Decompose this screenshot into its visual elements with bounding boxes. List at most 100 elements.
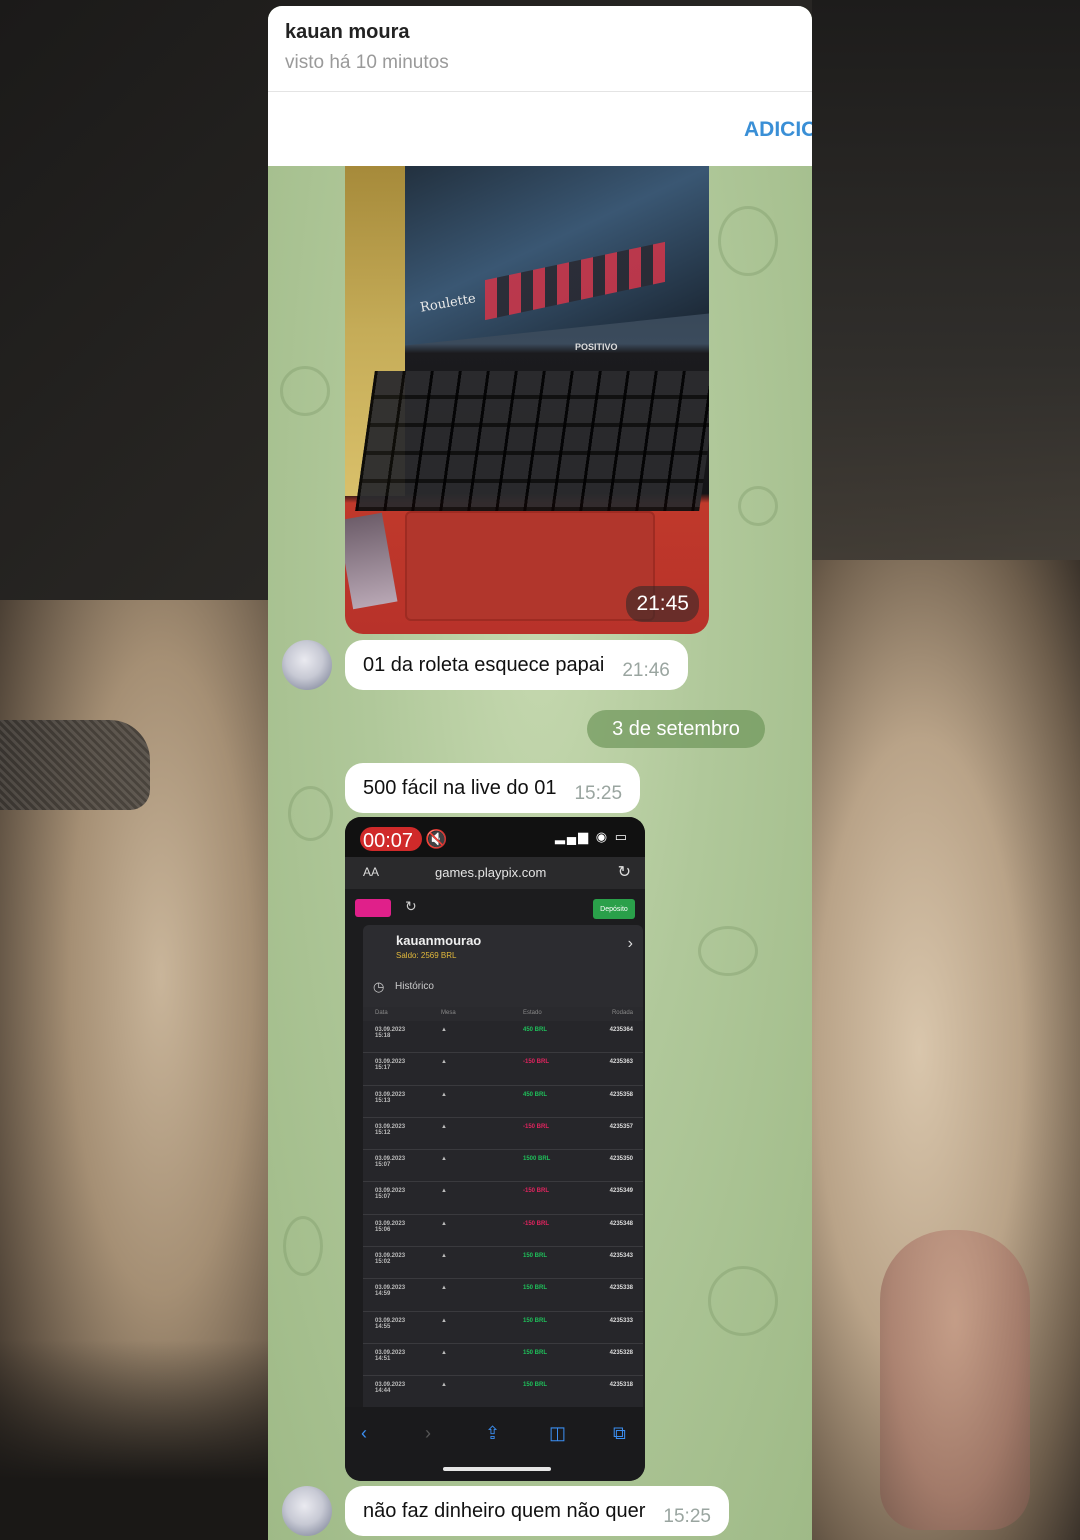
speaker-mute-icon: 🔇 (425, 829, 448, 849)
message-bubble[interactable]: 500 fácil na live do 01 15:25 (345, 763, 641, 813)
row-date: 03.09.2023 15:13 (375, 1091, 406, 1104)
row-round: 4235348 (609, 1220, 633, 1227)
forward-icon: › (425, 1423, 431, 1443)
row-round: 4235364 (609, 1027, 633, 1033)
doodle-pattern (718, 206, 778, 276)
refresh-icon: ↻ (405, 898, 417, 914)
site-menu-icon (355, 899, 391, 917)
sticker (345, 512, 398, 610)
row-round: 4235349 (609, 1188, 633, 1195)
deposit-button: Depósito (593, 899, 635, 919)
row-round: 4235350 (609, 1156, 633, 1163)
row-state: -150 BRL (523, 1123, 550, 1130)
table-row: 03.09.2023 14:44 ▲ 150 BRL 4235318 (363, 1376, 643, 1409)
row-state: 150 BRL (523, 1285, 548, 1292)
photo-message[interactable]: Roulette POSITIVO 21:45 (345, 166, 709, 634)
history-label: Histórico (395, 981, 434, 992)
row-table: ▲ (441, 1382, 447, 1389)
table-row: 03.09.2023 15:07 ▲ -150 BRL 4235349 (363, 1182, 643, 1215)
home-indicator (443, 1467, 551, 1471)
row-table: ▲ (441, 1156, 447, 1163)
avatar[interactable] (282, 640, 332, 690)
background-speaker-grille (0, 720, 150, 810)
chevron-right-icon: › (627, 935, 633, 952)
doodle-pattern (738, 486, 778, 526)
table-row: 03.09.2023 15:02 ▲ 150 BRL 4235343 (363, 1247, 643, 1280)
row-date: 03.09.2023 14:59 (375, 1285, 406, 1298)
row-state: 450 BRL (523, 1091, 548, 1098)
message-time: 15:25 (663, 1506, 711, 1527)
message-time: 21:46 (622, 660, 670, 681)
laptop-brand: POSITIVO (575, 342, 618, 352)
share-icon: ⇪ (485, 1423, 501, 1443)
username: kauanmourao (396, 933, 482, 948)
chat-panel: kauan moura visto há 10 minutos ADICIONA… (268, 6, 812, 1540)
row-round: 4235338 (609, 1285, 633, 1292)
chat-header[interactable]: kauan moura visto há 10 minutos (268, 6, 812, 92)
table-row: 03.09.2023 15:18 ▲ 450 BRL 4235364 (363, 1021, 643, 1054)
row-round: 4235357 (609, 1123, 633, 1130)
background-shadow-left (0, 1340, 268, 1540)
chat-messages[interactable]: Roulette POSITIVO 21:45 01 da roleta esq… (268, 166, 812, 1540)
column-header: Rodada (611, 1010, 633, 1016)
add-contact-button[interactable]: ADICIONAR (744, 118, 812, 142)
doodle-pattern (288, 786, 333, 841)
table-row: 03.09.2023 14:55 ▲ 150 BRL 4235333 (363, 1311, 643, 1344)
row-date: 03.09.2023 15:17 (375, 1059, 406, 1072)
url-text: games.playpix.com (435, 865, 547, 880)
doodle-pattern (698, 926, 758, 976)
row-table: ▲ (441, 1285, 447, 1292)
row-date: 03.09.2023 15:12 (375, 1123, 406, 1136)
row-date: 03.09.2023 15:06 (375, 1220, 406, 1233)
table-row: 03.09.2023 15:17 ▲ -150 BRL 4235363 (363, 1053, 643, 1086)
message-time: 15:25 (574, 783, 623, 804)
row-state: 150 BRL (523, 1349, 548, 1356)
row-date: 03.09.2023 14:51 (375, 1349, 406, 1362)
tabs-icon: ⧉ (613, 1423, 626, 1443)
history-table-header: Data Mesa Estado Rodada (363, 1007, 643, 1021)
contact-name[interactable]: kauan moura (285, 21, 409, 44)
browser-toolbar: ‹ › ⇪ ◫ ⧉ (345, 1407, 645, 1481)
row-date: 03.09.2023 15:07 (375, 1188, 406, 1201)
user-card: kauanmourao Saldo: 2569 BRL › (363, 925, 643, 969)
row-table: ▲ (441, 1349, 447, 1356)
browser-url-bar: AA games.playpix.com ↻ (345, 857, 645, 889)
video-message[interactable]: 00:07 🔇 ▂▄▆ ◉ ▭ AA games.playpix.com ↻ ↻… (345, 817, 645, 1481)
message-bubble[interactable]: 01 da roleta esquece papai 21:46 (345, 640, 688, 690)
column-header: Estado (523, 1010, 542, 1016)
table-row: 03.09.2023 15:07 ▲ 1500 BRL 4235350 (363, 1150, 643, 1183)
row-round: 4235328 (609, 1349, 633, 1356)
back-icon: ‹ (361, 1423, 367, 1443)
doodle-pattern (708, 1266, 778, 1336)
site-header: ↻ Depósito (345, 889, 645, 927)
row-round: 4235333 (609, 1317, 633, 1324)
row-table: ▲ (441, 1027, 447, 1033)
balance: Saldo: 2569 BRL (396, 951, 457, 960)
recording-time: 00:07 (363, 830, 414, 852)
row-state: -150 BRL (523, 1188, 550, 1195)
message-text: 500 fácil na live do 01 (363, 776, 557, 799)
row-table: ▲ (441, 1220, 447, 1227)
date-separator: 3 de setembro (587, 710, 765, 748)
row-round: 4235343 (609, 1253, 633, 1260)
reader-aa: AA (363, 865, 380, 879)
phone-status-bar: 00:07 🔇 ▂▄▆ ◉ ▭ (345, 817, 645, 857)
message-bubble[interactable]: não faz dinheiro quem não quer 15:25 (345, 1486, 729, 1536)
row-table: ▲ (441, 1188, 447, 1195)
row-table: ▲ (441, 1091, 447, 1098)
row-round: 4235318 (609, 1382, 633, 1389)
row-date: 03.09.2023 14:55 (375, 1317, 406, 1330)
row-date: 03.09.2023 15:07 (375, 1156, 406, 1169)
row-table: ▲ (441, 1123, 447, 1130)
row-date: 03.09.2023 15:02 (375, 1253, 406, 1266)
add-contact-bar: ADICIONAR (268, 92, 812, 166)
row-state: 150 BRL (523, 1382, 548, 1389)
row-state: -150 BRL (523, 1059, 550, 1066)
row-state: -150 BRL (523, 1220, 550, 1227)
table-row: 03.09.2023 14:51 ▲ 150 BRL 4235328 (363, 1343, 643, 1377)
contact-status: visto há 10 minutos (285, 52, 449, 73)
table-row: 03.09.2023 14:59 ▲ 150 BRL 4235338 (363, 1279, 643, 1312)
row-table: ▲ (441, 1253, 447, 1260)
avatar[interactable] (282, 1486, 332, 1536)
bookmarks-icon: ◫ (549, 1423, 567, 1443)
